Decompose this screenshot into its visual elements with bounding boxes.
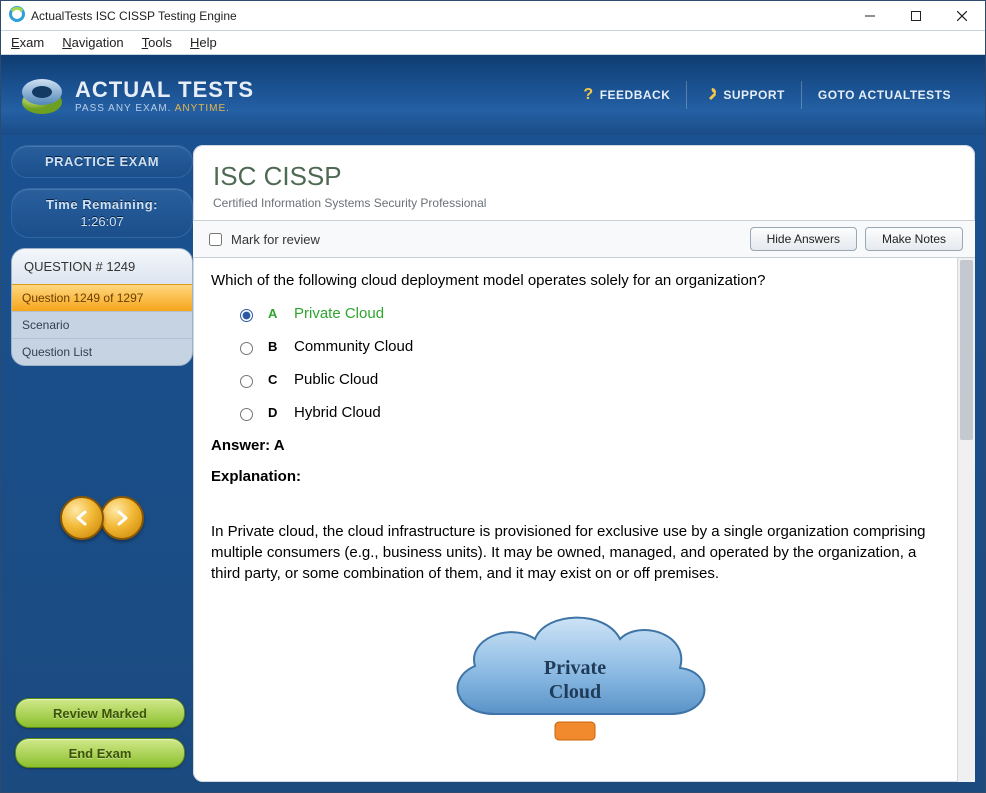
private-cloud-diagram: Private Cloud bbox=[211, 604, 939, 744]
wrench-icon bbox=[703, 87, 717, 104]
menu-help[interactable]: Help bbox=[190, 35, 217, 50]
vertical-scrollbar[interactable] bbox=[957, 258, 975, 782]
question-icon: ? bbox=[583, 86, 593, 104]
minimize-button[interactable] bbox=[847, 1, 893, 31]
explanation-heading: Explanation: bbox=[211, 468, 939, 485]
feedback-link[interactable]: ? FEEDBACK bbox=[567, 81, 686, 109]
menu-exam[interactable]: Exam bbox=[11, 35, 44, 50]
option-a-radio[interactable] bbox=[240, 309, 253, 322]
question-body: Which of the following cloud deployment … bbox=[193, 258, 975, 782]
practice-exam-pill: PRACTICE EXAM bbox=[11, 145, 193, 178]
hide-answers-button[interactable]: Hide Answers bbox=[750, 227, 857, 251]
option-b[interactable]: B Community Cloud bbox=[235, 338, 939, 355]
cloud-label-1: Private bbox=[544, 657, 606, 679]
exam-header: ISC CISSP Certified Information Systems … bbox=[193, 145, 975, 220]
make-notes-button[interactable]: Make Notes bbox=[865, 227, 963, 251]
menu-tools[interactable]: Tools bbox=[142, 35, 172, 50]
option-b-radio[interactable] bbox=[240, 342, 253, 355]
goto-actualtests-link[interactable]: GOTO ACTUALTESTS bbox=[801, 81, 967, 109]
question-text: Which of the following cloud deployment … bbox=[211, 272, 939, 289]
brand-tagline: PASS ANY EXAM. ANYTIME. bbox=[75, 103, 254, 114]
nav-arrows bbox=[11, 496, 193, 540]
scrollbar-thumb[interactable] bbox=[960, 260, 973, 440]
mark-for-review-input[interactable] bbox=[209, 233, 222, 246]
workspace: PRACTICE EXAM Time Remaining: 1:26:07 QU… bbox=[1, 135, 985, 792]
question-list-tab[interactable]: Question List bbox=[12, 338, 192, 365]
question-scroll-area[interactable]: Which of the following cloud deployment … bbox=[193, 258, 957, 782]
brand-name: ACTUAL TESTS bbox=[75, 77, 254, 103]
exam-subtitle: Certified Information Systems Security P… bbox=[213, 196, 955, 210]
review-marked-button[interactable]: Review Marked bbox=[15, 698, 185, 728]
exam-title: ISC CISSP bbox=[213, 161, 955, 192]
option-d-radio[interactable] bbox=[240, 408, 253, 421]
close-button[interactable] bbox=[939, 1, 985, 31]
mark-for-review-checkbox[interactable]: Mark for review bbox=[205, 230, 320, 249]
prev-question-button[interactable] bbox=[60, 496, 104, 540]
next-question-button[interactable] bbox=[100, 496, 144, 540]
brand-logo: ACTUAL TESTS PASS ANY EXAM. ANYTIME. bbox=[19, 72, 254, 118]
time-remaining-pill: Time Remaining: 1:26:07 bbox=[11, 188, 193, 238]
option-c[interactable]: C Public Cloud bbox=[235, 371, 939, 388]
menu-bar: Exam Navigation Tools Help bbox=[1, 31, 985, 55]
menu-navigation[interactable]: Navigation bbox=[62, 35, 123, 50]
cloud-label-2: Cloud bbox=[549, 681, 601, 703]
app-window: ActualTests ISC CISSP Testing Engine Exa… bbox=[0, 0, 986, 793]
question-toolbar: Mark for review Hide Answers Make Notes bbox=[193, 220, 975, 258]
support-link[interactable]: SUPPORT bbox=[686, 81, 801, 109]
explanation-text: In Private cloud, the cloud infrastructu… bbox=[211, 521, 939, 584]
option-a[interactable]: A Private Cloud bbox=[235, 305, 939, 322]
question-progress-tab[interactable]: Question 1249 of 1297 bbox=[12, 284, 192, 311]
top-links: ? FEEDBACK SUPPORT GOTO ACTUALTESTS bbox=[567, 81, 967, 109]
answer-label: Answer: A bbox=[211, 437, 939, 454]
end-exam-button[interactable]: End Exam bbox=[15, 738, 185, 768]
maximize-button[interactable] bbox=[893, 1, 939, 31]
app-icon bbox=[9, 6, 25, 25]
scenario-tab[interactable]: Scenario bbox=[12, 311, 192, 338]
sidebar: PRACTICE EXAM Time Remaining: 1:26:07 QU… bbox=[1, 135, 193, 782]
main-panel: ISC CISSP Certified Information Systems … bbox=[193, 145, 975, 782]
question-nav-box: QUESTION # 1249 Question 1249 of 1297 Sc… bbox=[11, 248, 193, 366]
option-c-radio[interactable] bbox=[240, 375, 253, 388]
question-number-header: QUESTION # 1249 bbox=[12, 249, 192, 284]
banner: ACTUAL TESTS PASS ANY EXAM. ANYTIME. ? F… bbox=[1, 55, 985, 135]
window-title: ActualTests ISC CISSP Testing Engine bbox=[31, 9, 237, 23]
option-d[interactable]: D Hybrid Cloud bbox=[235, 404, 939, 421]
logo-icon bbox=[19, 72, 65, 118]
title-bar: ActualTests ISC CISSP Testing Engine bbox=[1, 1, 985, 31]
